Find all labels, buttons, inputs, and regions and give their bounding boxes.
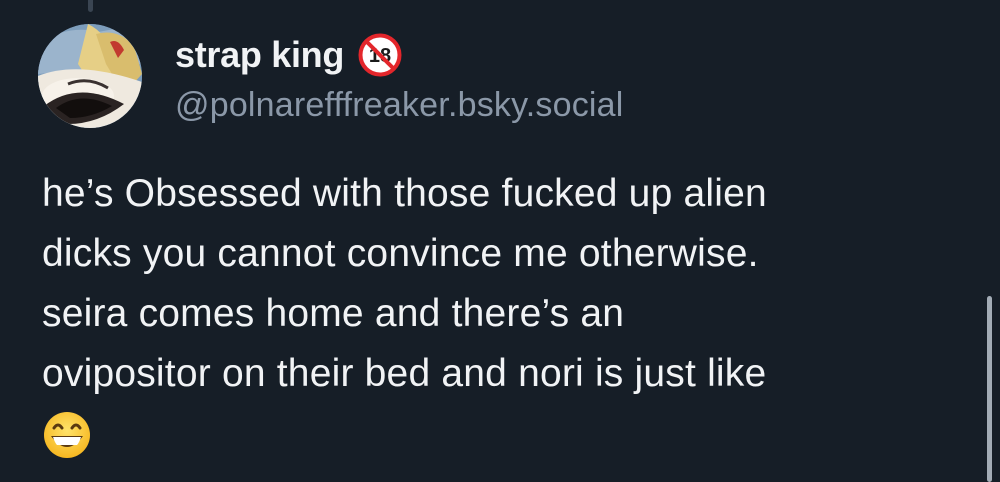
post-body: he’s Obsessed with those fucked up alien… (42, 164, 962, 478)
post-text-line: ovipositor on their bed and nori is just… (42, 352, 767, 395)
post-author: strap king 18 @polnarefffreaker.bsky.soc… (175, 30, 624, 125)
grinning-face-emoji (44, 412, 90, 458)
user-handle[interactable]: @polnarefffreaker.bsky.social (175, 86, 624, 125)
post-text-line: dicks you cannot convince me otherwise. (42, 232, 759, 275)
post-screen: strap king 18 @polnarefffreaker.bsky.soc… (0, 0, 1000, 482)
avatar[interactable] (38, 24, 142, 128)
no-under-18-icon: 18 (358, 33, 402, 77)
post: strap king 18 @polnarefffreaker.bsky.soc… (0, 0, 1000, 482)
post-text-line: seira comes home and there’s an (42, 292, 625, 335)
avatar-image (38, 24, 142, 128)
scrollbar-thumb[interactable] (987, 296, 992, 482)
display-name[interactable]: strap king (175, 34, 344, 76)
post-text-line: he’s Obsessed with those fucked up alien (42, 172, 767, 215)
display-name-row: strap king 18 (175, 30, 624, 80)
